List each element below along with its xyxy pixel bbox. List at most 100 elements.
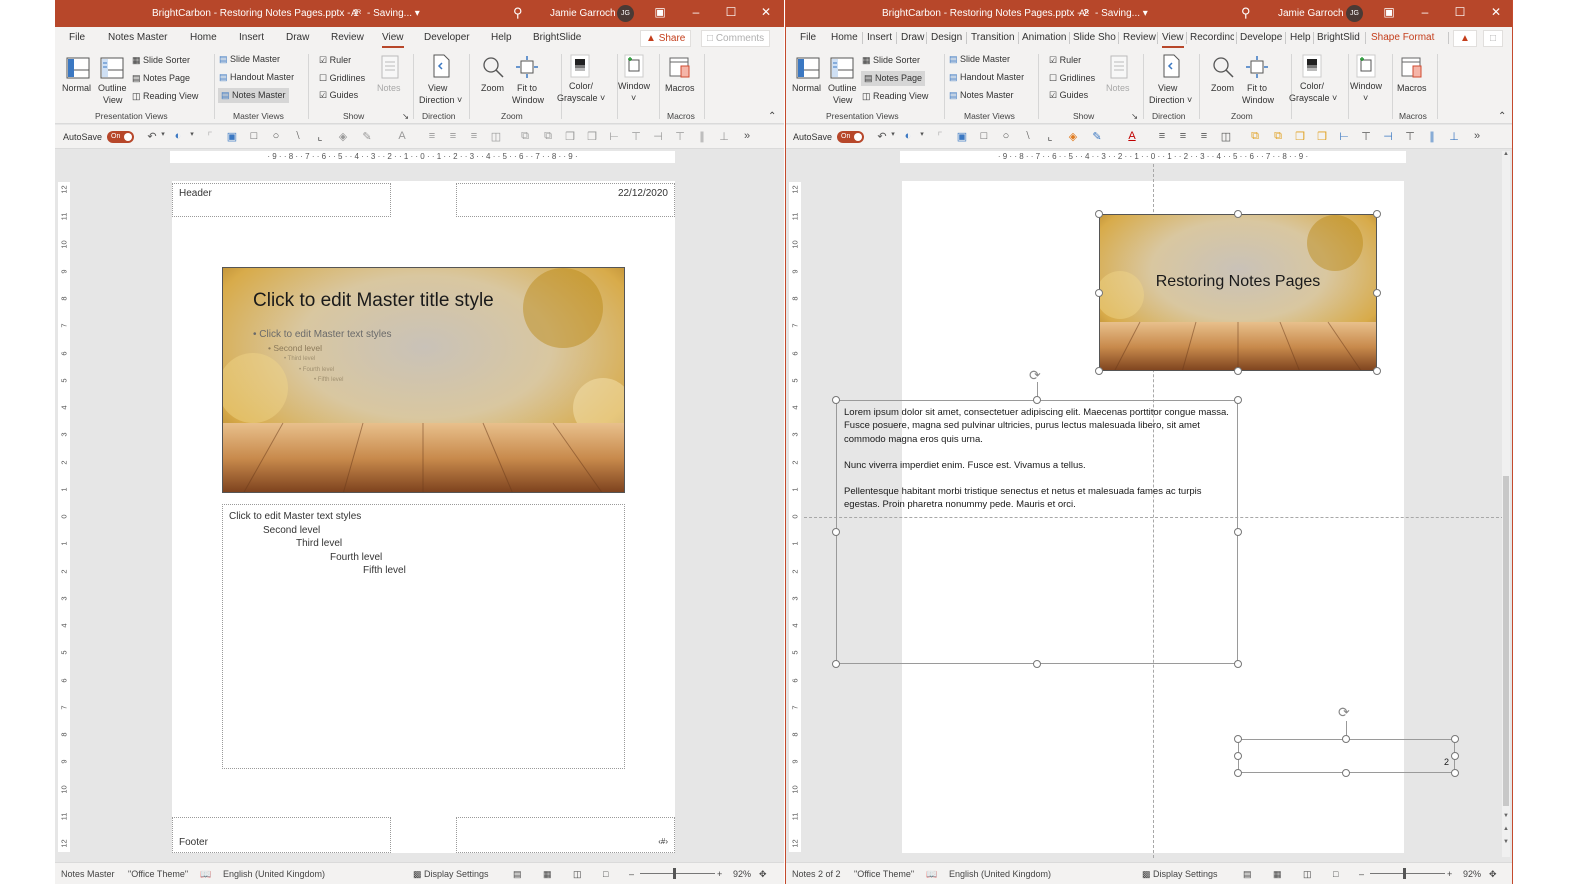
tab-view[interactable]: View xyxy=(382,32,404,48)
page-number-box[interactable]: 2 xyxy=(1238,739,1455,773)
send-backward-icon[interactable]: ⧉ xyxy=(1271,130,1285,143)
shape-outline-icon[interactable]: ✎ xyxy=(1090,130,1104,143)
scrollbar-thumb[interactable] xyxy=(1503,476,1509,806)
shape-fill-icon[interactable]: ◈ xyxy=(336,130,350,143)
notes-master-button[interactable]: ▤ Notes Master xyxy=(949,90,1014,101)
show-dialog-launcher-icon[interactable]: ↘ xyxy=(402,111,409,122)
tab-file[interactable]: File xyxy=(800,32,816,43)
ribbon-display-options-icon[interactable]: ▣ xyxy=(1380,5,1398,19)
reading-view-status-icon[interactable]: ◫ xyxy=(1303,869,1312,880)
color-grayscale-button[interactable]: Color/ xyxy=(569,81,593,91)
fit-slide-icon[interactable]: ✥ xyxy=(759,869,767,880)
saving-status[interactable]: - Saving... ▾ xyxy=(367,8,420,19)
search-icon[interactable]: ⚲ xyxy=(513,5,523,21)
slide-image-placeholder[interactable]: Click to edit Master title style • Click… xyxy=(222,267,625,493)
previous-slide-icon[interactable]: ▲ xyxy=(1502,826,1510,832)
autosave-toggle[interactable]: On xyxy=(107,131,134,143)
tab-draw[interactable]: Draw xyxy=(286,32,309,43)
footer-placeholder[interactable]: Footer xyxy=(172,817,391,853)
text-box-icon[interactable]: ▣ xyxy=(225,130,239,143)
zoom-out-button[interactable]: – xyxy=(1359,869,1364,879)
resize-handle[interactable] xyxy=(1033,660,1041,668)
slide-sorter-button[interactable]: ▦ Slide Sorter xyxy=(132,55,190,66)
vertical-ruler[interactable]: 12 11 10 9 8 7 6 5 4 3 2 1 0 1 2 3 4 5 6 7 8 9 10 11 12 xyxy=(58,182,70,852)
undo-dropdown-icon[interactable]: ▾ xyxy=(886,130,900,138)
comments-button[interactable]: □ Comments xyxy=(701,30,771,47)
header-placeholder[interactable]: Header xyxy=(172,183,391,217)
slide-show-status-icon[interactable]: □ xyxy=(603,869,608,879)
align-right-icon[interactable]: ≡ xyxy=(1197,130,1211,142)
resize-handle[interactable] xyxy=(1234,528,1242,536)
zoom-out-button[interactable]: – xyxy=(629,869,634,879)
fit-to-window-button[interactable]: Fit to xyxy=(517,83,537,93)
saving-status[interactable]: - Saving... ▾ xyxy=(1095,8,1148,19)
align-objects-center-icon[interactable]: ⊤ xyxy=(629,130,643,143)
tab-review[interactable]: Review xyxy=(1123,32,1156,43)
notes-text-box[interactable]: Lorem ipsum dolor sit amet, consectetuer… xyxy=(836,400,1238,664)
resize-handle[interactable] xyxy=(832,396,840,404)
align-center-icon[interactable]: ≡ xyxy=(446,130,460,142)
resize-handle[interactable] xyxy=(832,660,840,668)
vertical-ruler[interactable]: 12 11 10 9 8 7 6 5 4 3 2 1 0 1 2 3 4 5 6 7 8 9 10 11 12 xyxy=(789,182,801,852)
minimize-icon[interactable]: – xyxy=(1416,5,1434,19)
resize-handle[interactable] xyxy=(832,528,840,536)
view-direction-button[interactable]: View xyxy=(1158,83,1177,93)
maximize-icon[interactable]: ☐ xyxy=(1451,5,1469,19)
oval-icon[interactable]: ○ xyxy=(999,130,1013,142)
resize-handle[interactable] xyxy=(1234,769,1242,777)
bring-forward-icon[interactable]: ⧉ xyxy=(518,130,532,143)
rectangle-icon[interactable]: □ xyxy=(247,130,261,142)
align-objects-right-icon[interactable]: ⊣ xyxy=(651,130,665,143)
reading-view-button[interactable]: ◫ Reading View xyxy=(862,91,928,102)
zoom-button[interactable]: Zoom xyxy=(1211,83,1234,93)
align-objects-bottom-icon[interactable]: ⊥ xyxy=(1447,130,1461,143)
tab-recording[interactable]: Recordinc xyxy=(1190,32,1234,43)
tab-slide-show[interactable]: Slide Sho xyxy=(1073,32,1118,43)
slide-master-button[interactable]: ▤ Slide Master xyxy=(219,54,280,65)
show-dialog-launcher-icon[interactable]: ↘ xyxy=(1131,111,1138,122)
notes-button[interactable]: Notes xyxy=(377,83,401,93)
tab-review[interactable]: Review xyxy=(331,32,364,43)
zoom-in-button[interactable]: + xyxy=(717,869,722,879)
zoom-slider-track[interactable] xyxy=(1370,873,1445,874)
notes-text[interactable]: Lorem ipsum dolor sit amet, consectetuer… xyxy=(844,406,1231,512)
tab-developer[interactable]: Develope xyxy=(1240,32,1283,43)
fit-slide-icon[interactable]: ✥ xyxy=(1489,869,1497,880)
zoom-level[interactable]: 92% xyxy=(733,869,751,879)
align-objects-middle-icon[interactable]: ∥ xyxy=(695,130,709,143)
resize-handle[interactable] xyxy=(1033,396,1041,404)
zoom-button[interactable]: Zoom xyxy=(481,83,504,93)
tab-home[interactable]: Home xyxy=(831,32,858,43)
spelling-icon[interactable]: 📖 xyxy=(926,869,937,880)
slide-show-status-icon[interactable]: □ xyxy=(1333,869,1338,879)
tab-insert[interactable]: Insert xyxy=(867,32,892,43)
resize-handle[interactable] xyxy=(1342,735,1350,743)
zoom-level[interactable]: 92% xyxy=(1463,869,1481,879)
bring-to-front-icon[interactable]: ❒ xyxy=(1293,130,1307,143)
status-language[interactable]: English (United Kingdom) xyxy=(223,869,325,879)
horizontal-ruler[interactable]: · 9 · · 8 · · 7 · · 6 · · 5 · · 4 · · 3 … xyxy=(170,151,675,163)
avatar[interactable]: JG xyxy=(617,5,634,22)
share-button[interactable]: ▲ xyxy=(1453,30,1477,47)
user-name[interactable]: Jamie Garroch xyxy=(550,8,616,19)
shapes-dropdown-icon[interactable]: ▾ xyxy=(915,130,929,138)
tab-help[interactable]: Help xyxy=(491,32,512,43)
next-slide-icon[interactable]: ▼ xyxy=(1502,839,1510,845)
macros-button[interactable]: Macros xyxy=(665,83,695,93)
scroll-up-icon[interactable]: ▲ xyxy=(1502,151,1510,159)
more-commands-icon[interactable]: » xyxy=(1470,130,1484,142)
bring-forward-icon[interactable]: ⧉ xyxy=(1248,130,1262,143)
align-objects-right-icon[interactable]: ⊣ xyxy=(1381,130,1395,143)
scroll-down-icon[interactable]: ▼ xyxy=(1502,813,1510,819)
edit-points-icon[interactable]: ⌜ xyxy=(933,130,947,143)
slide-sorter-status-icon[interactable]: ▦ xyxy=(1273,869,1282,880)
notes-master-button[interactable]: ▤ Notes Master xyxy=(218,88,289,103)
comments-button[interactable]: □ xyxy=(1483,30,1504,47)
macros-button[interactable]: Macros xyxy=(1397,83,1427,93)
page-number-placeholder[interactable]: ‹#› xyxy=(456,817,675,853)
window-button[interactable]: Window xyxy=(618,81,650,91)
search-icon[interactable]: ⚲ xyxy=(1241,5,1251,21)
rotate-handle-icon[interactable]: ⟳ xyxy=(1338,704,1350,721)
slide-image[interactable]: Restoring Notes Pages xyxy=(1099,214,1377,371)
elbow-connector-icon[interactable]: ⌞ xyxy=(1043,130,1057,143)
